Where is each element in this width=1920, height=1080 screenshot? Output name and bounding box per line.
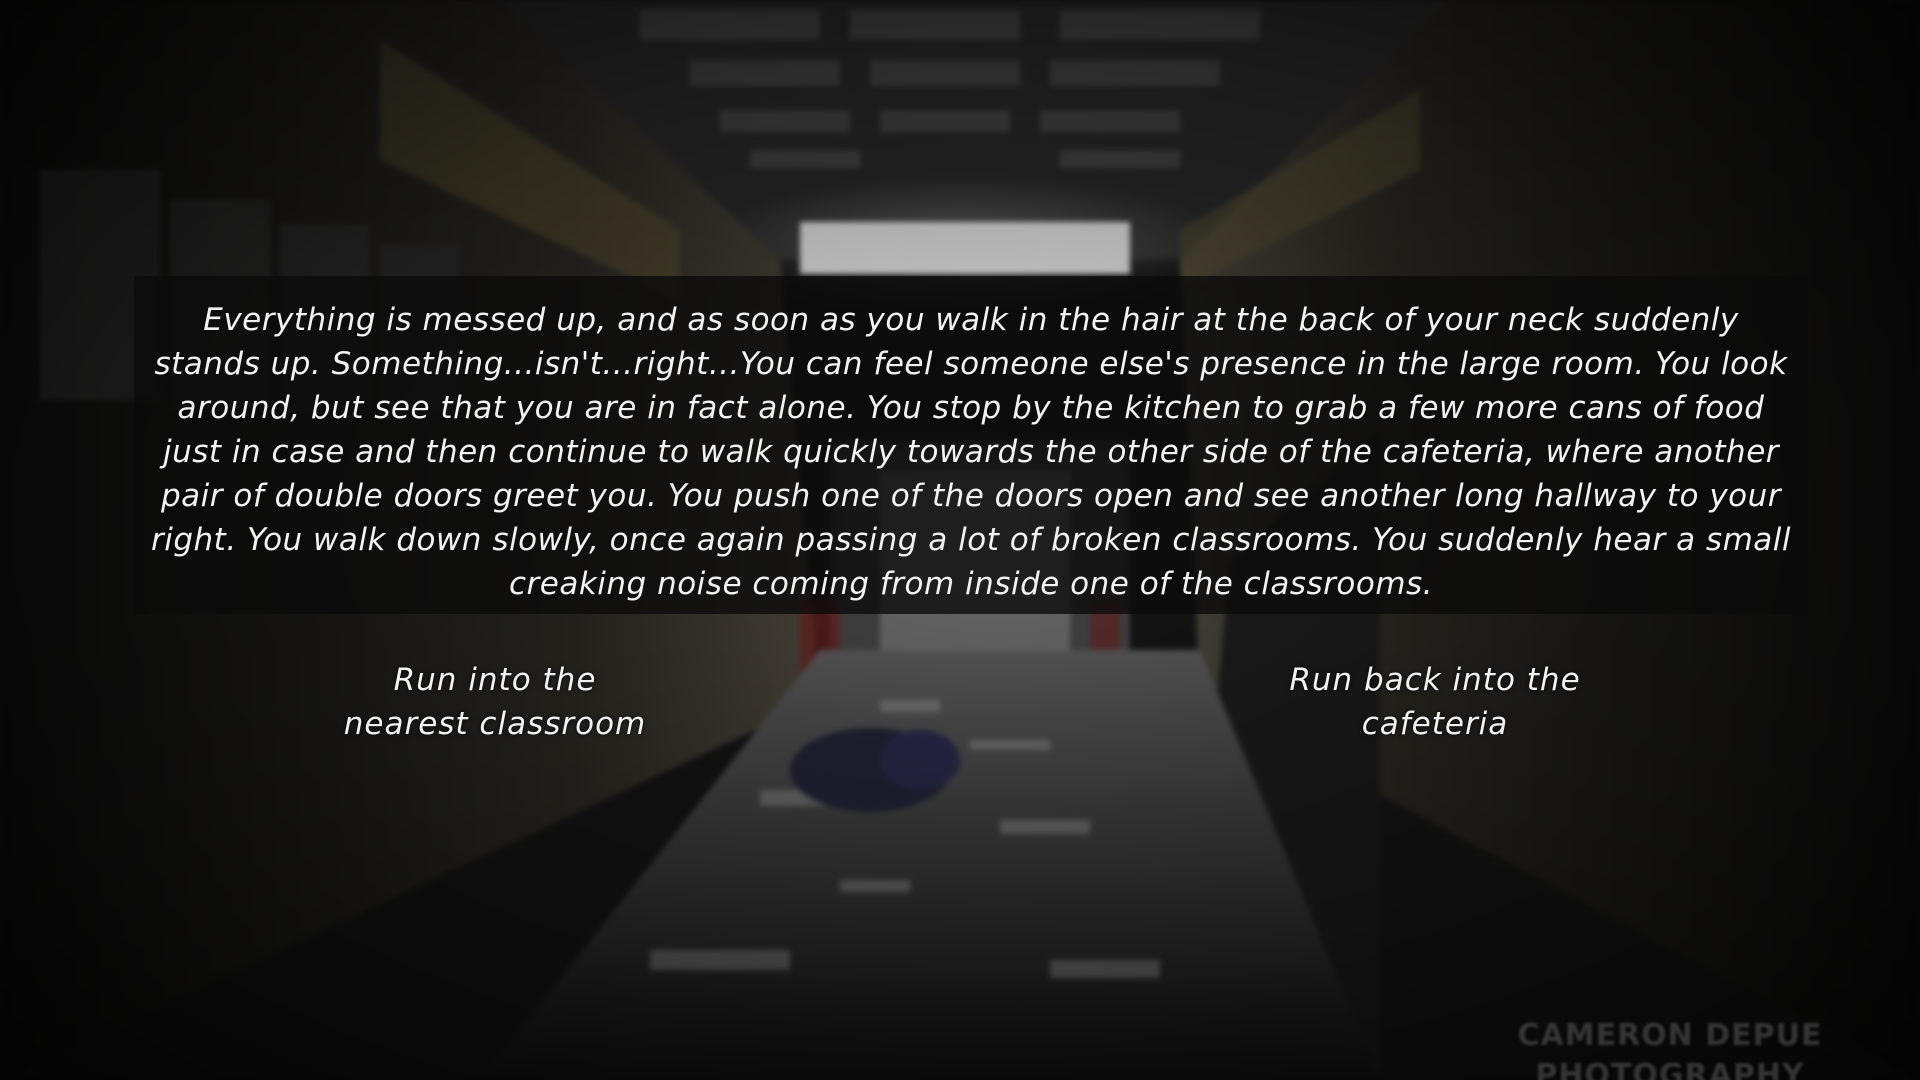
game-scene: Everything is messed up, and as soon as … <box>0 0 1920 1080</box>
story-text: Everything is messed up, and as soon as … <box>151 302 1791 602</box>
choice-left-line-2: nearest classroom <box>343 706 647 742</box>
watermark-line-2: PHOTOGRAPHY <box>1535 1058 1805 1080</box>
choice-right-line-1: Run back into the <box>1289 662 1581 698</box>
watermark-line-1: CAMERON DEPUE <box>1517 1018 1823 1053</box>
choice-right-line-2: cafeteria <box>1361 706 1509 742</box>
photographer-watermark: CAMERON DEPUE PHOTOGRAPHY <box>1500 1016 1840 1080</box>
choice-nearest-classroom[interactable]: Run into the nearest classroom <box>300 658 690 746</box>
choice-cafeteria[interactable]: Run back into the cafeteria <box>1240 658 1630 746</box>
choice-left-line-1: Run into the <box>393 662 597 698</box>
narrative-panel: Everything is messed up, and as soon as … <box>134 276 1808 614</box>
